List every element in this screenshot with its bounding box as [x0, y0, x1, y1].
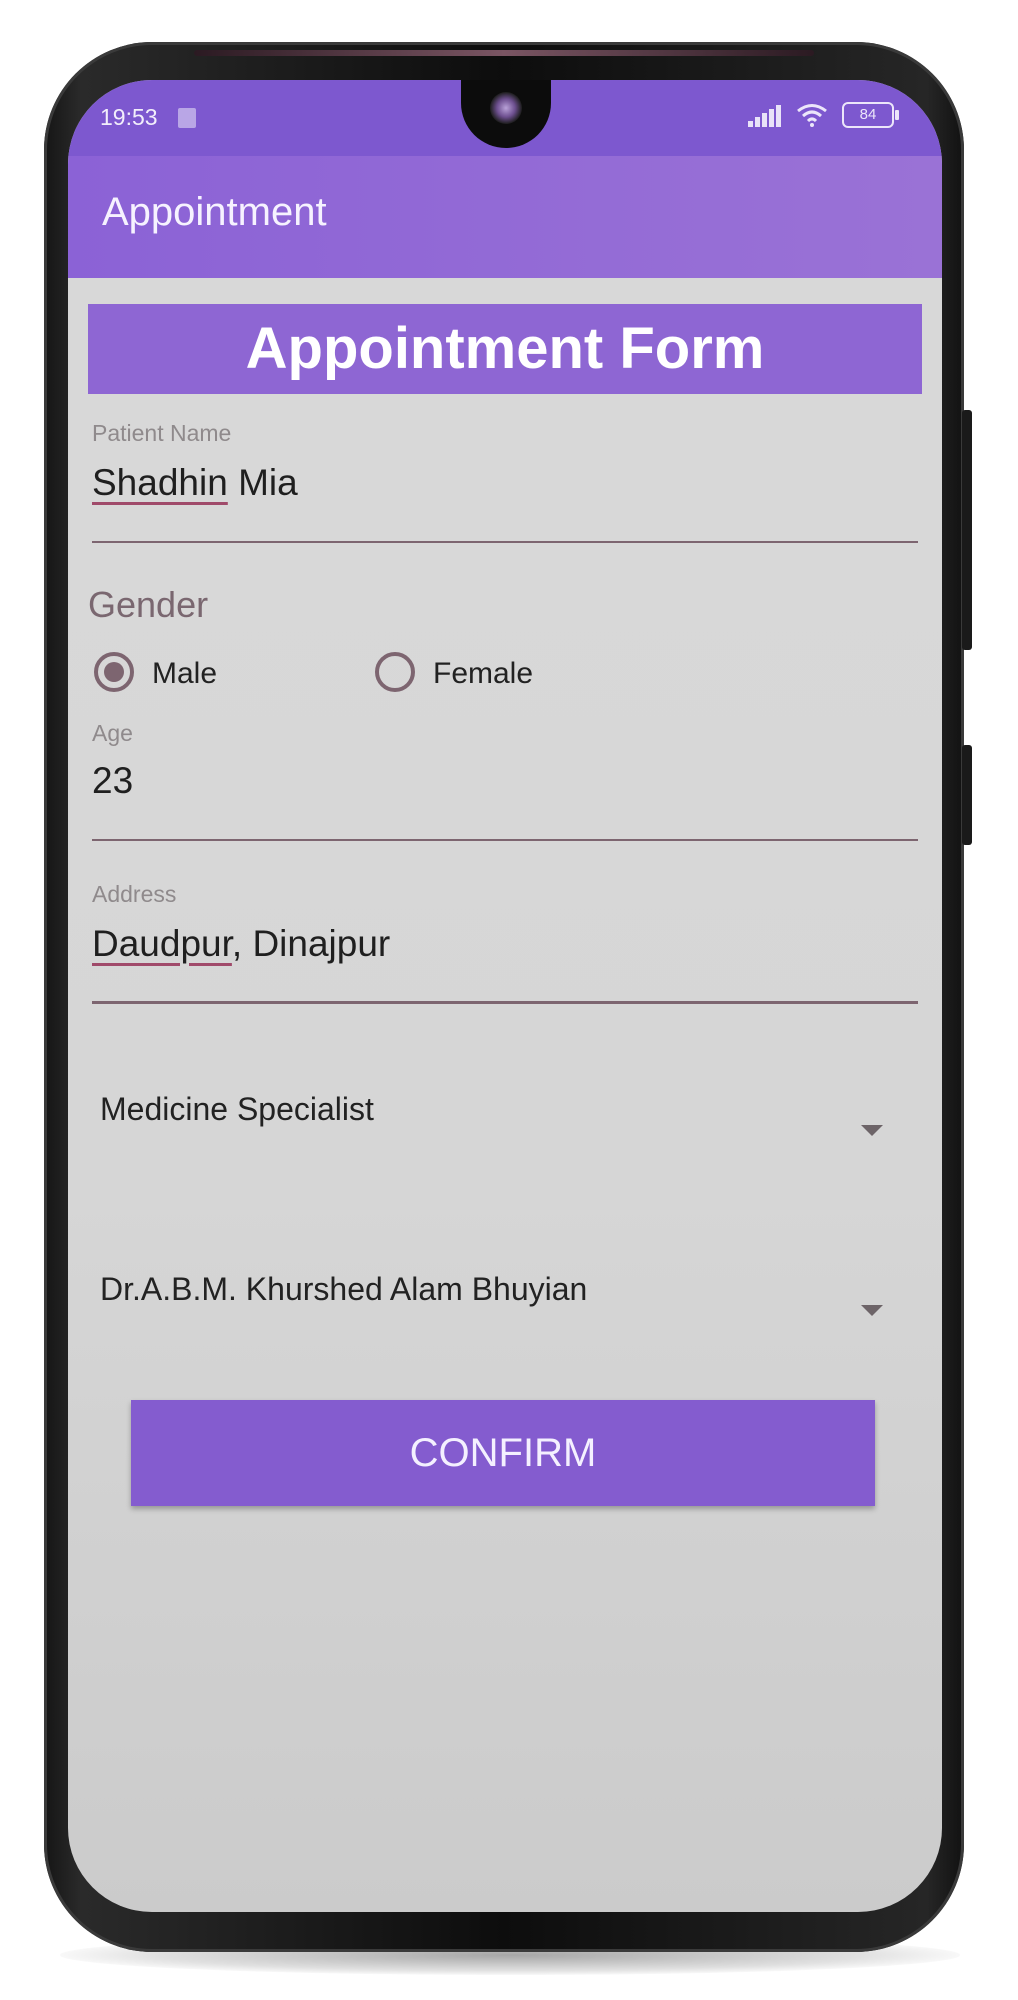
signal-icon [748, 103, 782, 127]
app-bar-title: Appointment [102, 190, 327, 234]
volume-button [962, 410, 972, 650]
radio-male[interactable] [94, 652, 134, 692]
address-label: Address [92, 881, 177, 907]
radio-female[interactable] [375, 652, 415, 692]
form-header: Appointment Form [88, 304, 922, 394]
phone-top-edge [194, 50, 814, 56]
patient-name-rest: Mia [227, 462, 298, 503]
confirm-button[interactable]: CONFIRM [131, 1400, 875, 1506]
status-time: 19:53 [100, 104, 158, 130]
phone-screen: 19:53 84 Appointment Appointment Form Pa… [68, 80, 942, 1912]
patient-name-first: Shadhin [92, 462, 228, 503]
battery-icon: 84 [842, 102, 899, 128]
patient-name-underline [92, 541, 918, 543]
address-first: Daudpur [92, 923, 232, 964]
address-input[interactable]: Daudpur, Dinajpur [92, 923, 390, 965]
address-underline [92, 1001, 918, 1004]
age-label: Age [92, 720, 133, 746]
power-button [962, 745, 972, 845]
patient-name-input[interactable]: Shadhin Mia [92, 462, 298, 504]
app-bar: Appointment [68, 156, 942, 278]
address-rest: , Dinajpur [231, 923, 391, 964]
sd-card-icon [178, 108, 196, 128]
status-icons: 84 [748, 102, 899, 128]
doctor-selected[interactable]: Dr.A.B.M. Khurshed Alam Bhuyian [100, 1271, 587, 1308]
specialty-selected[interactable]: Medicine Specialist [100, 1091, 374, 1128]
chevron-down-icon[interactable] [861, 1125, 883, 1136]
age-underline [92, 839, 918, 841]
radio-male-label[interactable]: Male [152, 657, 217, 691]
gender-title: Gender [88, 584, 209, 625]
chevron-down-icon[interactable] [861, 1305, 883, 1316]
front-camera-icon [490, 92, 522, 124]
wifi-icon [796, 103, 828, 127]
radio-female-label[interactable]: Female [433, 657, 533, 691]
age-input[interactable]: 23 [92, 760, 133, 802]
patient-name-label: Patient Name [92, 420, 232, 446]
